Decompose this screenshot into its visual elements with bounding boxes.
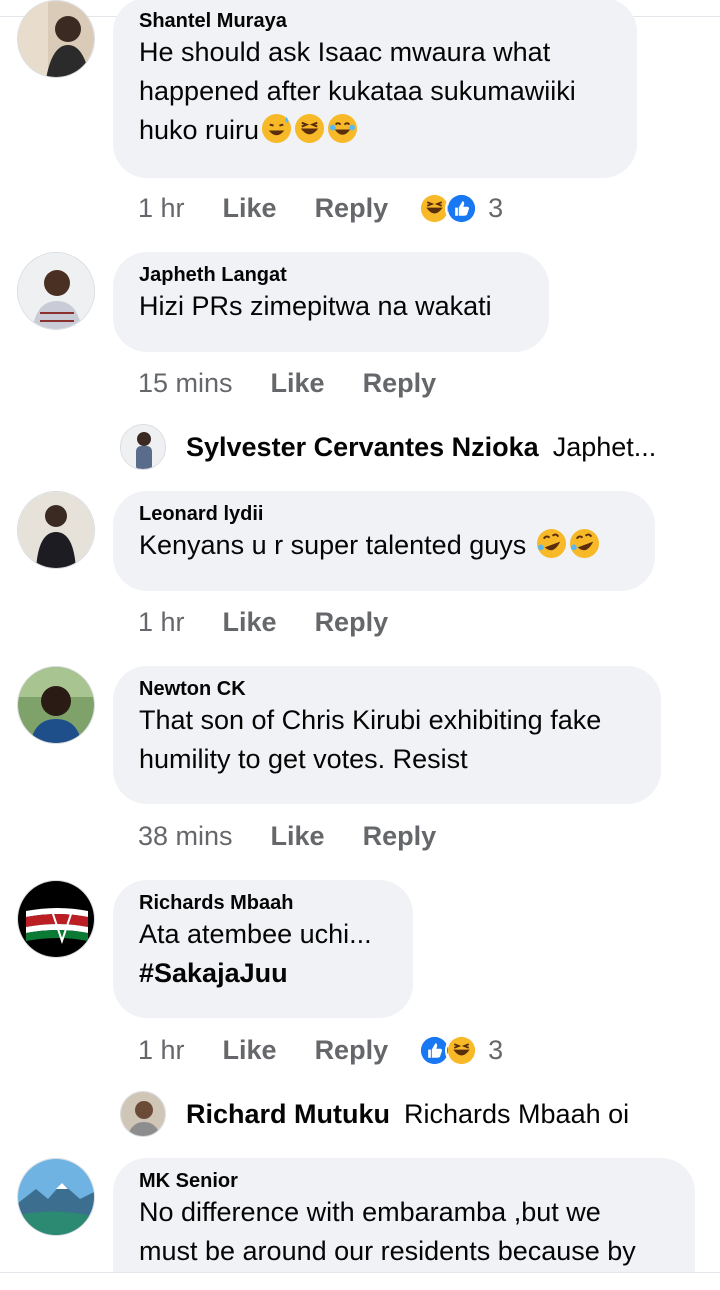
comment-author[interactable]: Japheth Langat <box>139 263 523 287</box>
reply-author[interactable]: Sylvester Cervantes Nzioka <box>186 432 539 463</box>
rolling-laughing-emoji-icon <box>569 528 599 559</box>
comment-bubble: Japheth Langat Hizi PRs zimepitwa na wak… <box>113 252 549 352</box>
comment-bubble: MK Senior No difference with embaramba ,… <box>113 1158 695 1272</box>
comment-bubble: Shantel Muraya He should ask Isaac mwaur… <box>113 0 637 178</box>
reply-button[interactable]: Reply <box>315 607 389 638</box>
comment-time[interactable]: 1 hr <box>138 1035 185 1066</box>
comment-author[interactable]: Newton CK <box>139 677 635 701</box>
comment-time[interactable]: 38 mins <box>138 821 233 852</box>
avatar[interactable] <box>17 1158 95 1236</box>
reply-preview[interactable]: Sylvester Cervantes Nzioka Japhet... <box>120 422 680 472</box>
hashtag-link[interactable]: #SakajaJuu <box>139 958 288 988</box>
reply-button[interactable]: Reply <box>315 193 389 224</box>
reply-author[interactable]: Richard Mutuku <box>186 1099 390 1130</box>
comment-time[interactable]: 1 hr <box>138 193 185 224</box>
like-button[interactable]: Like <box>223 193 277 224</box>
sweat-smile-emoji-icon <box>262 113 292 144</box>
reply-button[interactable]: Reply <box>315 1035 389 1066</box>
haha-reaction-icon <box>445 1033 479 1067</box>
like-reaction-icon <box>445 191 479 225</box>
comment-author[interactable]: MK Senior <box>139 1169 669 1193</box>
avatar[interactable] <box>17 252 95 330</box>
comment-time[interactable]: 15 mins <box>138 368 233 399</box>
like-button[interactable]: Like <box>271 368 325 399</box>
like-button[interactable]: Like <box>271 821 325 852</box>
reply-button[interactable]: Reply <box>363 368 437 399</box>
reaction-count: 3 <box>488 1034 504 1065</box>
bottom-divider <box>0 1272 720 1273</box>
reply-button[interactable]: Reply <box>363 821 437 852</box>
comment-bubble: Leonard lydii Kenyans u r super talented… <box>113 491 655 591</box>
comment-time[interactable]: 1 hr <box>138 607 185 638</box>
comment-text-line: No difference with embaramba ,but we <box>139 1197 601 1227</box>
like-button[interactable]: Like <box>223 607 277 638</box>
reaction-summary[interactable]: 3 <box>418 191 504 225</box>
comment-text-line: humility to get votes. Resist <box>139 744 468 774</box>
reaction-count: 3 <box>488 192 504 223</box>
comment-actions: 15 mins Like Reply <box>138 363 436 403</box>
reply-avatar <box>120 424 166 470</box>
comment-author[interactable]: Richards Mbaah <box>139 891 387 915</box>
comment-text-line: Kenyans u r super talented guys <box>139 530 527 560</box>
avatar[interactable] <box>17 0 95 78</box>
comment-actions: 1 hr Like Reply 3 <box>138 188 503 228</box>
avatar[interactable] <box>17 491 95 569</box>
tears-of-joy-emoji-icon <box>328 113 358 144</box>
avatar[interactable] <box>17 666 95 744</box>
comment-text-line: must be around our residents because by <box>139 1236 636 1266</box>
laughing-emoji-icon <box>295 113 325 144</box>
comment-text-line: huko ruiru <box>139 115 260 145</box>
comment-actions: 38 mins Like Reply <box>138 816 436 856</box>
reply-text: Richards Mbaah oi <box>404 1098 630 1129</box>
reply-avatar <box>120 1091 166 1137</box>
avatar[interactable] <box>17 880 95 958</box>
reply-preview[interactable]: Richard Mutuku Richards Mbaah oi <box>120 1089 680 1139</box>
comment-author[interactable]: Leonard lydii <box>139 502 629 526</box>
comment-text-line: That son of Chris Kirubi exhibiting fake <box>139 705 602 735</box>
comment-actions: 1 hr Like Reply <box>138 602 388 642</box>
comment-bubble: Richards Mbaah Ata atembee uchi... #Saka… <box>113 880 413 1018</box>
reaction-summary[interactable]: 3 <box>418 1033 504 1067</box>
comment-text-line: happened after kukataa sukumawiiki <box>139 76 576 106</box>
rolling-laughing-emoji-icon <box>536 528 566 559</box>
comment-text-line: He should ask Isaac mwaura what <box>139 37 551 67</box>
reply-text: Japhet... <box>552 431 657 462</box>
comment-actions: 1 hr Like Reply 3 <box>138 1030 503 1070</box>
comment-text-line: Ata atembee uchi... <box>139 919 372 949</box>
comment-author[interactable]: Shantel Muraya <box>139 9 611 33</box>
like-button[interactable]: Like <box>223 1035 277 1066</box>
comment-text-line: Hizi PRs zimepitwa na wakati <box>139 291 492 321</box>
comment-bubble: Newton CK That son of Chris Kirubi exhib… <box>113 666 661 804</box>
